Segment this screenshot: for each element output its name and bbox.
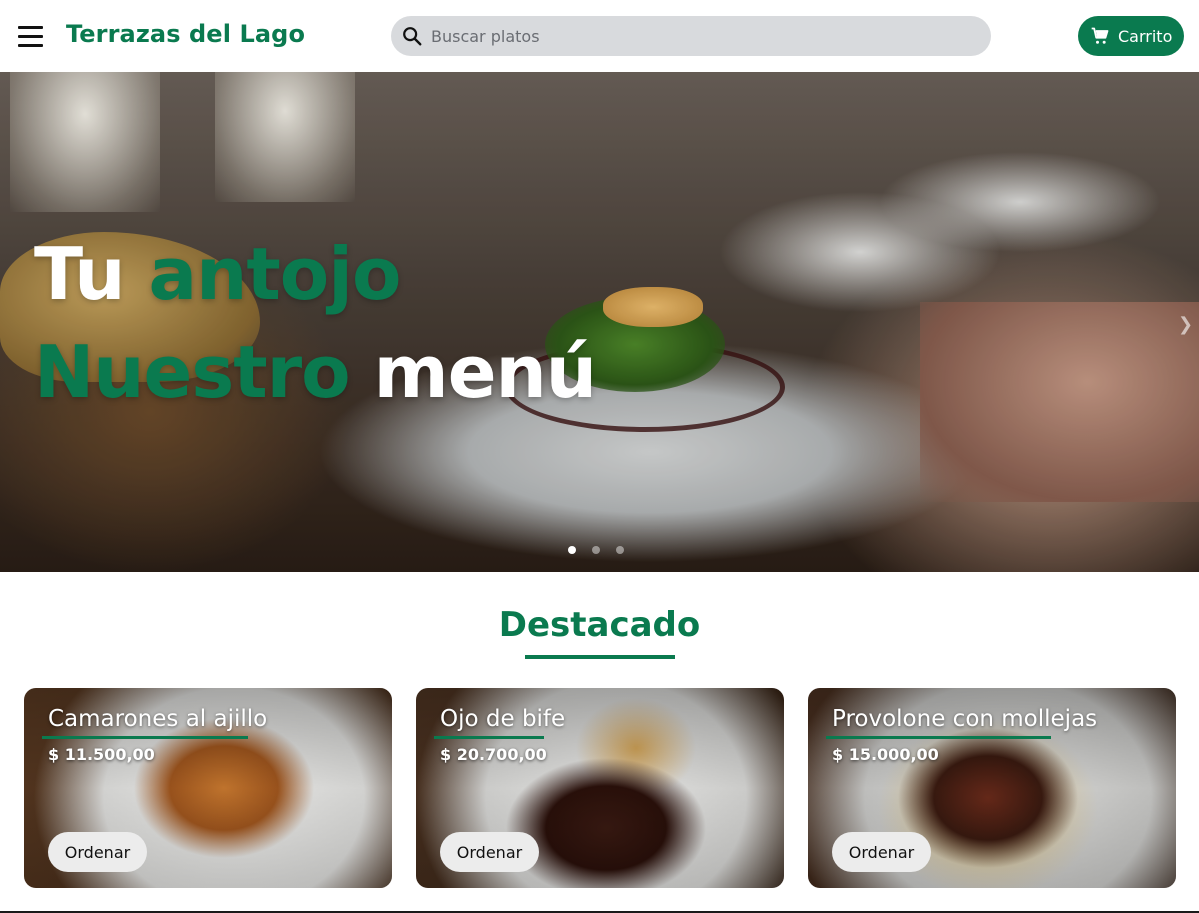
search-input[interactable] <box>431 22 971 50</box>
cart-label: Carrito <box>1118 26 1173 46</box>
dish-name: Provolone con mollejas <box>832 706 1098 732</box>
section-underline <box>525 655 675 659</box>
dish-price: $ 11.500,00 <box>48 745 155 764</box>
hero-headline-line1: Tu antojo <box>34 232 401 316</box>
order-button[interactable]: Ordenar <box>48 832 147 872</box>
dish-name: Ojo de bife <box>440 706 566 732</box>
hero-carousel: Tu antojo Nuestro menú ❯ <box>0 72 1199 572</box>
hero-headline-line2: Nuestro menú <box>34 330 597 414</box>
dish-name-underline <box>434 736 544 739</box>
order-button[interactable]: Ordenar <box>832 832 931 872</box>
brand-logo[interactable]: Terrazas del Lago <box>66 20 305 48</box>
dish-price: $ 15.000,00 <box>832 745 939 764</box>
site-header: Terrazas del Lago Carrito <box>0 0 1199 72</box>
dish-card[interactable]: Camarones al ajillo $ 11.500,00 Ordenar <box>24 688 392 888</box>
carousel-dot-2[interactable] <box>592 546 600 554</box>
cart-icon <box>1091 27 1109 44</box>
hamburger-menu-icon[interactable] <box>18 24 44 48</box>
carousel-next-icon[interactable]: ❯ <box>1178 314 1193 335</box>
carousel-indicators <box>568 546 624 554</box>
cart-button[interactable]: Carrito <box>1078 16 1184 56</box>
carousel-dot-3[interactable] <box>616 546 624 554</box>
carousel-dot-1[interactable] <box>568 546 576 554</box>
dish-name-underline <box>42 736 248 739</box>
order-button[interactable]: Ordenar <box>440 832 539 872</box>
search-icon <box>403 27 422 46</box>
search-bar[interactable] <box>391 16 991 56</box>
dish-price: $ 20.700,00 <box>440 745 547 764</box>
dish-name-underline <box>826 736 1051 739</box>
section-title: Destacado <box>498 605 701 645</box>
dish-name: Camarones al ajillo <box>48 706 268 732</box>
dish-card[interactable]: Ojo de bife $ 20.700,00 Ordenar <box>416 688 784 888</box>
dish-card[interactable]: Provolone con mollejas $ 15.000,00 Orden… <box>808 688 1176 888</box>
